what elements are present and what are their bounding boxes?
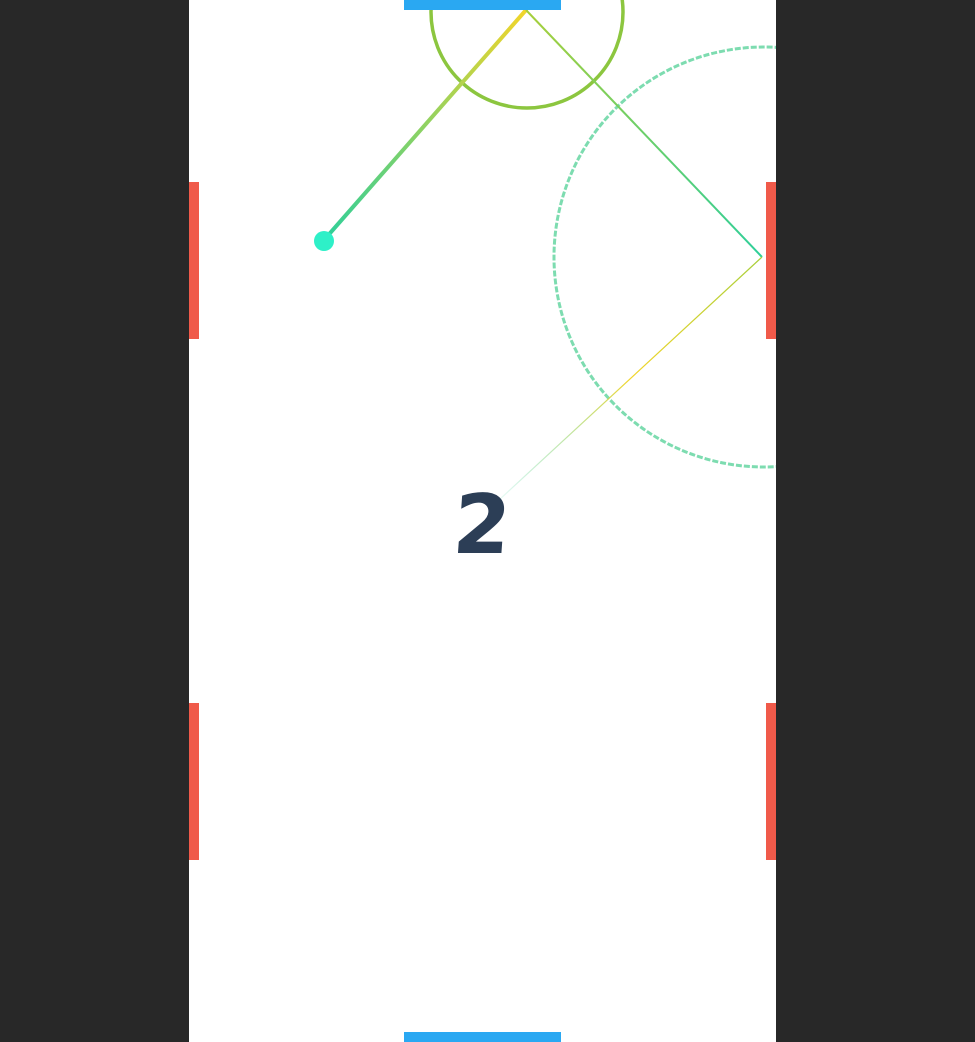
game-stage: 2: [0, 0, 975, 1042]
left-lower-paddle[interactable]: [189, 703, 199, 860]
trail-segment-2: [525, 9, 763, 258]
bottom-goal-paddle: [404, 1032, 561, 1042]
trail-segment-1: [322, 8, 528, 242]
right-lower-paddle[interactable]: [766, 703, 776, 860]
left-upper-paddle[interactable]: [189, 182, 199, 339]
score-display: 2: [450, 478, 515, 573]
ball-icon: [314, 231, 334, 251]
game-board[interactable]: 2: [189, 0, 776, 1042]
ripple-small: [429, 0, 625, 110]
ripple-large: [552, 45, 776, 469]
top-goal-paddle: [404, 0, 561, 10]
right-upper-paddle[interactable]: [766, 182, 776, 339]
